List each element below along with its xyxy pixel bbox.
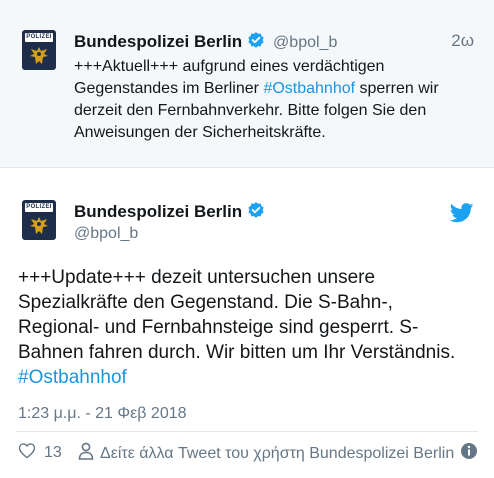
tweet-actions: 13 Δείτε άλλα Tweet του χρήστη Bundespol… (18, 442, 478, 464)
parent-tweet-text: +++Aktuell+++ aufgrund eines verdächtige… (74, 56, 479, 144)
person-icon (78, 442, 94, 465)
author-handle[interactable]: @bpol_b (273, 34, 337, 51)
parent-tweet-header: Bundespolizei Berlin @bpol_b (74, 31, 337, 54)
info-icon[interactable] (460, 442, 478, 465)
avatar-badge: POLIZEI (25, 33, 53, 42)
author-name[interactable]: Bundespolizei Berlin (74, 202, 242, 221)
eagle-icon (30, 217, 48, 234)
divider (16, 431, 478, 432)
author-handle[interactable]: @bpol_b (74, 225, 138, 243)
like-count: 13 (44, 444, 62, 461)
avatar-badge-text: POLIZEI (26, 204, 52, 210)
hashtag-link[interactable]: #Ostbahnhof (18, 367, 127, 388)
see-more-label: Δείτε άλλα Tweet του χρήστη Bundespolize… (100, 444, 455, 462)
avatar-badge-text: POLIZEI (26, 34, 52, 40)
like-button[interactable]: 13 (18, 442, 62, 464)
verified-badge-icon (247, 31, 265, 54)
heart-icon (18, 442, 36, 464)
see-more-tweets-link[interactable]: Δείτε άλλα Tweet του χρήστη Bundespolize… (78, 442, 458, 465)
main-tweet-author: Bundespolizei Berlin (74, 201, 265, 224)
tweet-timestamp[interactable]: 1:23 μ.μ. - 21 Φεβ 2018 (18, 405, 187, 423)
eagle-icon (30, 47, 48, 64)
avatar-badge: POLIZEI (25, 203, 53, 212)
avatar[interactable]: POLIZEI (22, 30, 56, 70)
hashtag-link[interactable]: #Ostbahnhof (263, 80, 355, 97)
tweet-text: +++Update+++ dezeit untersuchen unsere S… (18, 267, 456, 363)
verified-badge-icon (247, 201, 265, 224)
tweet-time[interactable]: 2ω (451, 31, 474, 51)
avatar[interactable]: POLIZEI (22, 200, 56, 240)
twitter-bird-icon[interactable] (449, 203, 474, 228)
main-tweet-text: +++Update+++ dezeit untersuchen unsere S… (18, 265, 478, 390)
author-name[interactable]: Bundespolizei Berlin (74, 32, 242, 51)
